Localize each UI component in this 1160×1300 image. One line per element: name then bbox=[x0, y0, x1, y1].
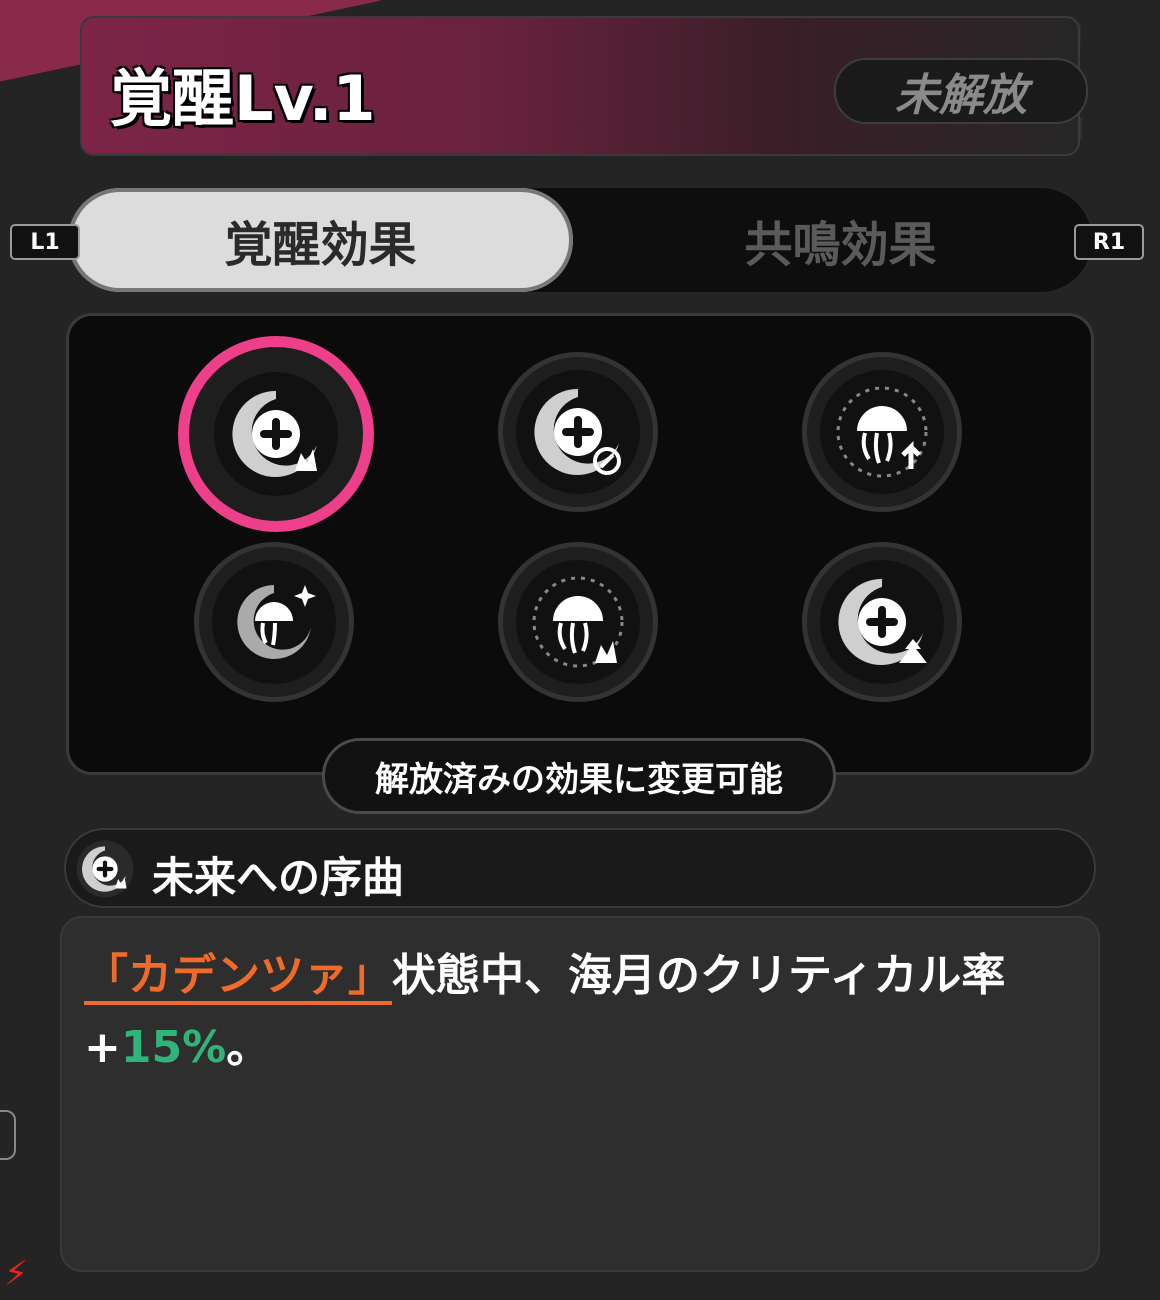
keyword-link[interactable]: 「カデンツァ」 bbox=[84, 950, 392, 1005]
swirl-plus-flame-icon bbox=[76, 840, 134, 898]
effect-value: 15% bbox=[120, 1022, 227, 1073]
skill-slot-1[interactable] bbox=[178, 336, 374, 532]
side-menu-handle[interactable] bbox=[0, 1110, 16, 1160]
effect-name-bar: 未来への序曲 bbox=[64, 828, 1096, 908]
awakening-level-title: 覚醒Lv.1 bbox=[110, 62, 376, 135]
hint-pill: 解放済みの効果に変更可能 bbox=[322, 738, 836, 814]
effect-name: 未来への序曲 bbox=[152, 853, 405, 902]
status-badge: 未解放 bbox=[834, 58, 1088, 124]
l1-key-hint[interactable]: L1 bbox=[10, 224, 80, 260]
tab-resonance-effect[interactable]: 共鳴効果 bbox=[588, 188, 1093, 292]
tab-awakening-effect[interactable]: 覚醒効果 bbox=[68, 188, 573, 292]
skill-slot-2[interactable] bbox=[498, 352, 658, 512]
tab-bar: 覚醒効果 共鳴効果 bbox=[68, 188, 1092, 292]
watermark-logo: ⚡ bbox=[4, 1254, 28, 1294]
swirl-plus-up-arrow-icon bbox=[820, 560, 944, 684]
skill-slot-5[interactable] bbox=[498, 542, 658, 702]
skill-slot-3[interactable] bbox=[802, 352, 962, 512]
r1-key-hint[interactable]: R1 bbox=[1074, 224, 1144, 260]
swirl-plus-flame-icon bbox=[214, 372, 338, 496]
jellyfish-flame-icon bbox=[516, 560, 640, 684]
awakening-header: 覚醒Lv.1 未解放 bbox=[80, 16, 1088, 156]
jellyfish-swirl-star-icon bbox=[212, 560, 336, 684]
skill-slot-6[interactable] bbox=[802, 542, 962, 702]
description-end: 。 bbox=[226, 1022, 271, 1073]
swirl-plus-target-icon bbox=[516, 370, 640, 494]
effect-description-panel: 「カデンツァ」状態中、海月のクリティカル率+15%。 bbox=[60, 916, 1100, 1272]
skill-slot-4[interactable] bbox=[194, 542, 354, 702]
effect-description: 「カデンツァ」状態中、海月のクリティカル率+15%。 bbox=[84, 940, 1084, 1084]
jellyfish-up-arrow-icon bbox=[820, 370, 944, 494]
